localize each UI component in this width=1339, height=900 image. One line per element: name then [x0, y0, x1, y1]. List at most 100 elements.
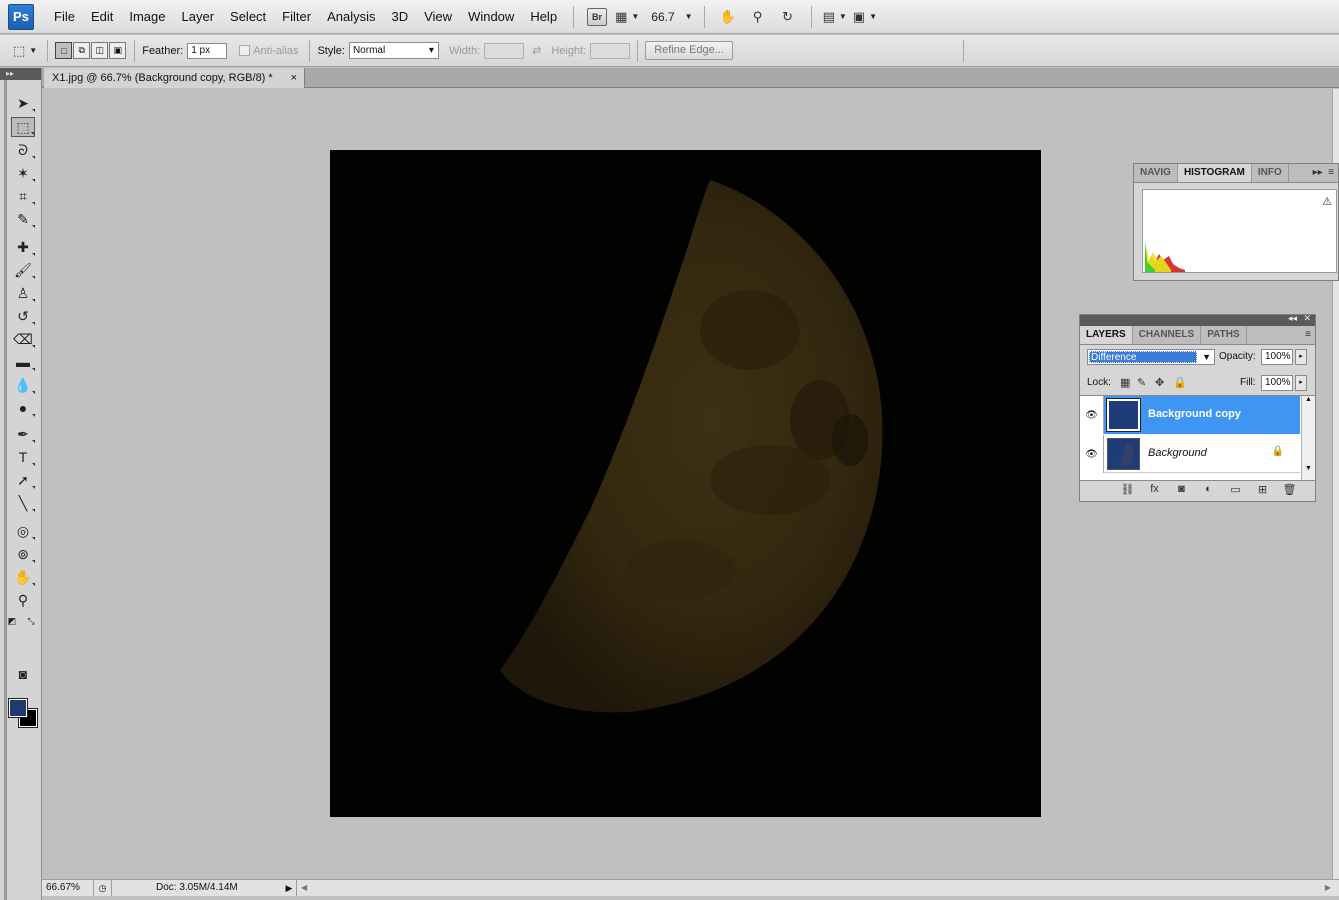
hand-tool-icon[interactable]: ✋ [11, 567, 35, 587]
type-tool-icon[interactable]: T [11, 447, 35, 467]
blend-mode-select[interactable]: Difference ▼ [1087, 349, 1215, 365]
close-icon[interactable]: × [291, 68, 297, 88]
collapse-panel-icon[interactable]: ◂◂ [1288, 313, 1297, 324]
menu-edit[interactable]: Edit [83, 6, 121, 28]
hand-tool-button[interactable]: ✋ [716, 6, 740, 28]
lock-all-icon[interactable]: 🔒 [1173, 376, 1187, 389]
tab-histogram[interactable]: HISTOGRAM [1177, 164, 1252, 182]
lock-pixels-icon[interactable]: ✎ [1137, 376, 1146, 389]
new-layer-icon[interactable]: ⊞ [1249, 483, 1276, 496]
layers-panel-titlebar[interactable]: ◂◂ ✕ [1080, 313, 1315, 326]
menu-analysis[interactable]: Analysis [319, 6, 383, 28]
layer-body[interactable]: Background 🔒 [1104, 435, 1300, 473]
panel-menu-icon[interactable]: ≡ [1305, 326, 1311, 344]
default-colors-icon[interactable]: ◩ [5, 611, 19, 631]
zoom-tool-button[interactable]: ⚲ [746, 6, 770, 28]
lock-position-icon[interactable]: ✥ [1155, 376, 1164, 389]
eyedropper-tool-icon[interactable]: ✎ [11, 209, 35, 229]
feather-input[interactable]: 1 px [187, 42, 228, 59]
menu-window[interactable]: Window [460, 6, 522, 28]
menu-layer[interactable]: Layer [174, 6, 223, 28]
adjustment-layer-icon[interactable]: ◐ [1195, 483, 1222, 496]
panel-menu-icon[interactable]: ▸▸ ≡ [1313, 164, 1334, 182]
quick-mask-icon[interactable]: ◙ [11, 664, 35, 684]
pen-tool-icon[interactable]: ✒ [11, 424, 35, 444]
rectangular-marquee-tool-icon[interactable]: ⬚ [11, 117, 35, 137]
eye-icon[interactable]: 👁 [1080, 435, 1104, 473]
document-image[interactable] [330, 150, 1041, 817]
fx-icon[interactable]: fx [1141, 483, 1168, 496]
lock-transparency-icon[interactable]: ▦ [1120, 376, 1130, 389]
layer-name[interactable]: Background [1148, 447, 1207, 459]
arrange-documents-button[interactable]: ▤ ▼ [823, 6, 847, 28]
swap-colors-icon[interactable]: ⤡ [24, 611, 38, 631]
screen-mode-button[interactable]: ▣ ▼ [853, 6, 877, 28]
menu-3d[interactable]: 3D [383, 6, 416, 28]
healing-brush-tool-icon[interactable]: ✚ [11, 237, 35, 257]
lasso-tool-icon[interactable]: ᘐ [11, 140, 35, 160]
status-info-icon[interactable]: ◷ [94, 880, 112, 896]
rotate-view-button[interactable]: ↻ [776, 6, 800, 28]
style-select[interactable]: Normal [348, 42, 439, 59]
menu-image[interactable]: Image [121, 6, 173, 28]
width-input[interactable] [484, 42, 525, 59]
antialias-checkbox[interactable] [239, 45, 251, 56]
clone-stamp-tool-icon[interactable]: ♙ [11, 283, 35, 303]
scroll-down-icon[interactable]: ▼ [1302, 465, 1315, 472]
delete-layer-icon[interactable]: 🗑 [1276, 483, 1303, 496]
blur-tool-icon[interactable]: 💧 [11, 375, 35, 395]
photoshop-logo[interactable]: Ps [8, 3, 34, 30]
layer-row-background[interactable]: 👁 Background 🔒 [1080, 435, 1300, 473]
new-group-icon[interactable]: ▭ [1222, 483, 1249, 496]
menu-file[interactable]: File [46, 6, 83, 28]
menu-filter[interactable]: Filter [274, 6, 319, 28]
tab-channels[interactable]: CHANNELS [1133, 326, 1202, 344]
tab-paths[interactable]: PATHS [1201, 326, 1247, 344]
move-tool-icon[interactable]: ➤ [11, 93, 35, 113]
intersect-selection-button[interactable]: ▣ [109, 42, 127, 59]
3d-orbit-tool-icon[interactable]: ⊚ [11, 544, 35, 564]
zoom-tool-icon[interactable]: ⚲ [11, 590, 35, 610]
close-panel-icon[interactable]: ✕ [1303, 313, 1311, 324]
layer-name[interactable]: Background copy [1148, 408, 1241, 420]
height-input[interactable] [590, 42, 631, 59]
tool-preset-picker[interactable]: ⬚ ▼ [13, 40, 37, 62]
view-extras-button[interactable]: ▦ ▼ [615, 6, 639, 28]
tab-navigator[interactable]: NAVIG [1134, 164, 1178, 182]
fill-input[interactable]: 100% [1261, 375, 1293, 391]
opacity-input[interactable]: 100% [1261, 349, 1293, 365]
scroll-up-icon[interactable]: ▲ [1302, 396, 1315, 403]
tab-info[interactable]: INFO [1252, 164, 1289, 182]
layer-row-background-copy[interactable]: 👁 Background copy [1080, 396, 1300, 434]
add-mask-icon[interactable]: ◙ [1168, 483, 1195, 496]
layer-body[interactable]: Background copy [1104, 396, 1300, 434]
fill-slider-icon[interactable]: ▸ [1295, 375, 1307, 391]
opacity-slider-icon[interactable]: ▸ [1295, 349, 1307, 365]
link-layers-icon[interactable]: ⛓ [1114, 483, 1141, 496]
gradient-tool-icon[interactable]: ▬ [11, 352, 35, 372]
layers-scrollbar[interactable]: ▲ ▼ [1301, 396, 1315, 480]
crop-tool-icon[interactable]: ⌗ [11, 186, 35, 206]
menu-select[interactable]: Select [222, 6, 274, 28]
swap-icon[interactable]: ⇄ [532, 44, 541, 57]
scroll-right-icon[interactable]: ▶ [1325, 880, 1331, 896]
warning-icon[interactable]: ⚠ [1322, 195, 1332, 208]
document-tab[interactable]: X1.jpg @ 66.7% (Background copy, RGB/8) … [44, 68, 305, 88]
dodge-tool-icon[interactable]: ● [11, 398, 35, 418]
menu-view[interactable]: View [416, 6, 460, 28]
tools-collapse-icon[interactable]: ▸▸ [0, 68, 41, 80]
zoom-level-combo[interactable]: 66.7 ▼ [645, 6, 692, 28]
add-selection-button[interactable]: ⧉ [73, 42, 91, 59]
eraser-tool-icon[interactable]: ⌫ [11, 329, 35, 349]
scroll-left-icon[interactable]: ◀ [301, 883, 307, 892]
tools-grip[interactable] [4, 80, 7, 900]
new-selection-button[interactable]: □ [55, 42, 73, 59]
subtract-selection-button[interactable]: ◫ [91, 42, 109, 59]
path-selection-tool-icon[interactable]: ➚ [11, 470, 35, 490]
history-brush-tool-icon[interactable]: ↺ [11, 306, 35, 326]
horizontal-scrollbar[interactable]: ◀ ▶ [296, 880, 1339, 896]
magic-wand-tool-icon[interactable]: ✶ [11, 163, 35, 183]
brush-tool-icon[interactable]: 🖌 [11, 260, 35, 280]
foreground-color-swatch[interactable] [8, 698, 28, 718]
refine-edge-button[interactable]: Refine Edge... [645, 41, 733, 60]
